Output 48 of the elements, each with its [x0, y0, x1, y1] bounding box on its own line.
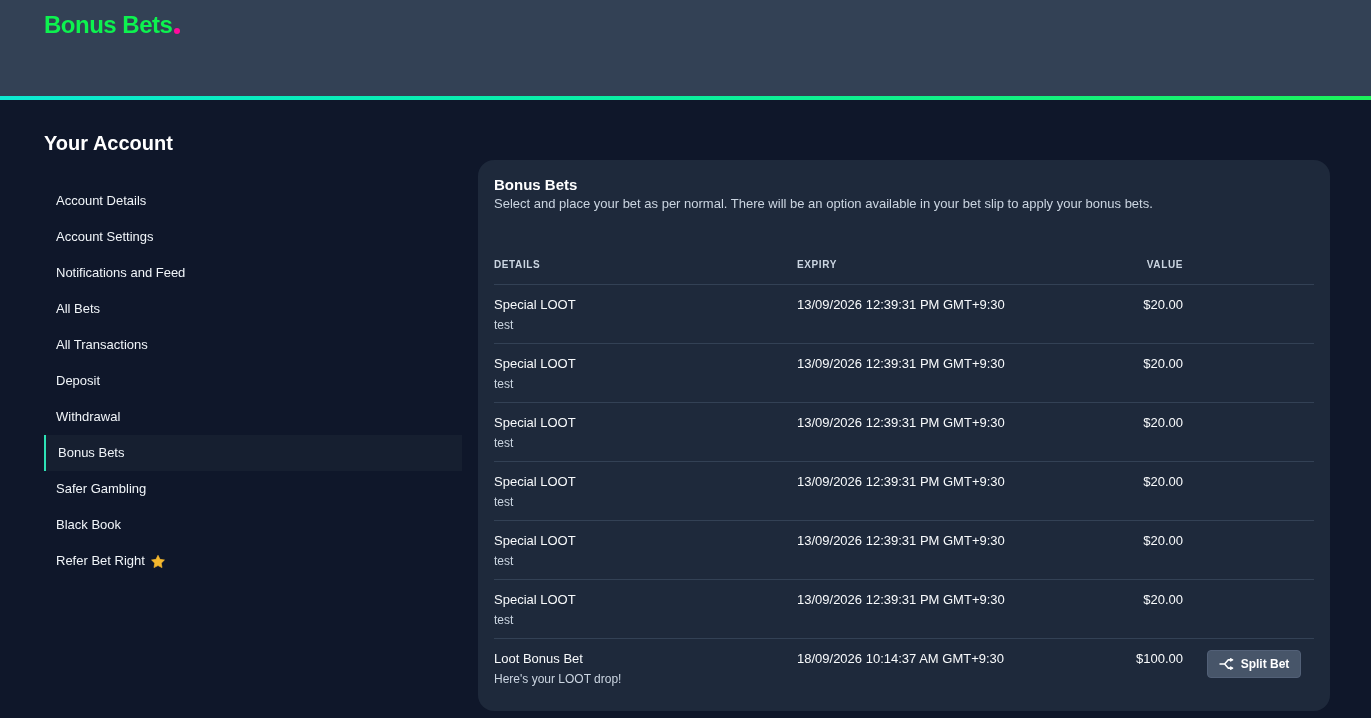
logo-text[interactable]: Bonus Bets — [44, 10, 173, 40]
sidebar-item[interactable]: Bonus Bets — [44, 435, 462, 471]
expiry-date: 13/09/2026 12:39:31 PM GMT+9:30 — [797, 532, 1005, 550]
expiry-date: 13/09/2026 12:39:31 PM GMT+9:30 — [797, 473, 1005, 491]
bet-note: Here's your LOOT drop! — [494, 671, 622, 688]
split-bet-button[interactable]: Split Bet — [1207, 650, 1301, 678]
sidebar-item[interactable]: Notifications and Feed — [44, 255, 462, 291]
sidebar-title: Your Account — [44, 131, 173, 155]
sidebar-item[interactable]: Account Details — [44, 183, 462, 219]
column-header: EXPIRY — [797, 258, 837, 272]
bet-name: Special LOOT — [494, 355, 576, 373]
bet-name: Special LOOT — [494, 414, 576, 432]
bet-name: Loot Bonus Bet — [494, 650, 583, 668]
bet-name: Special LOOT — [494, 296, 576, 314]
bet-note: test — [494, 494, 514, 511]
column-header: VALUE — [1146, 258, 1183, 272]
bet-note: test — [494, 376, 514, 393]
column-header: DETAILS — [494, 258, 541, 272]
sidebar-item[interactable]: Deposit — [44, 363, 462, 399]
sidebar-item[interactable]: Withdrawal — [44, 399, 462, 435]
sidebar-item[interactable]: All Bets — [44, 291, 462, 327]
expiry-date: 13/09/2026 12:39:31 PM GMT+9:30 — [797, 296, 1005, 314]
bet-note: test — [494, 612, 514, 629]
expiry-date: 13/09/2026 12:39:31 PM GMT+9:30 — [797, 591, 1005, 609]
bet-name: Special LOOT — [494, 473, 576, 491]
bet-note: test — [494, 553, 514, 570]
bet-name: Special LOOT — [494, 532, 576, 550]
bet-value: $20.00 — [1143, 473, 1183, 491]
expiry-date: 13/09/2026 12:39:31 PM GMT+9:30 — [797, 355, 1005, 373]
bet-note: test — [494, 317, 514, 334]
expiry-date: 13/09/2026 12:39:31 PM GMT+9:30 — [797, 414, 1005, 432]
bet-value: $20.00 — [1143, 414, 1183, 432]
bet-value: $100.00 — [1136, 650, 1183, 668]
expiry-date: 18/09/2026 10:14:37 AM GMT+9:30 — [797, 650, 1005, 668]
sidebar-item[interactable]: Refer Bet Right — [44, 543, 462, 579]
bet-name: Special LOOT — [494, 591, 576, 609]
bet-value: $20.00 — [1143, 532, 1183, 550]
bet-value: $20.00 — [1143, 591, 1183, 609]
bet-value: $20.00 — [1143, 296, 1183, 314]
panel-description: Select and place your bet as per normal. There will be an option available in your bet slip to apply your bonus bets. — [494, 195, 1153, 213]
panel-title: Bonus Bets — [494, 175, 578, 195]
sidebar-item[interactable]: Black Book — [44, 507, 462, 543]
bet-value: $20.00 — [1143, 355, 1183, 373]
split-arrows-icon — [1218, 658, 1234, 670]
sidebar-item[interactable]: Account Settings — [44, 219, 462, 255]
bet-note: test — [494, 435, 514, 452]
sidebar-item[interactable]: All Transactions — [44, 327, 462, 363]
sidebar-item[interactable]: Safer Gambling — [44, 471, 462, 507]
